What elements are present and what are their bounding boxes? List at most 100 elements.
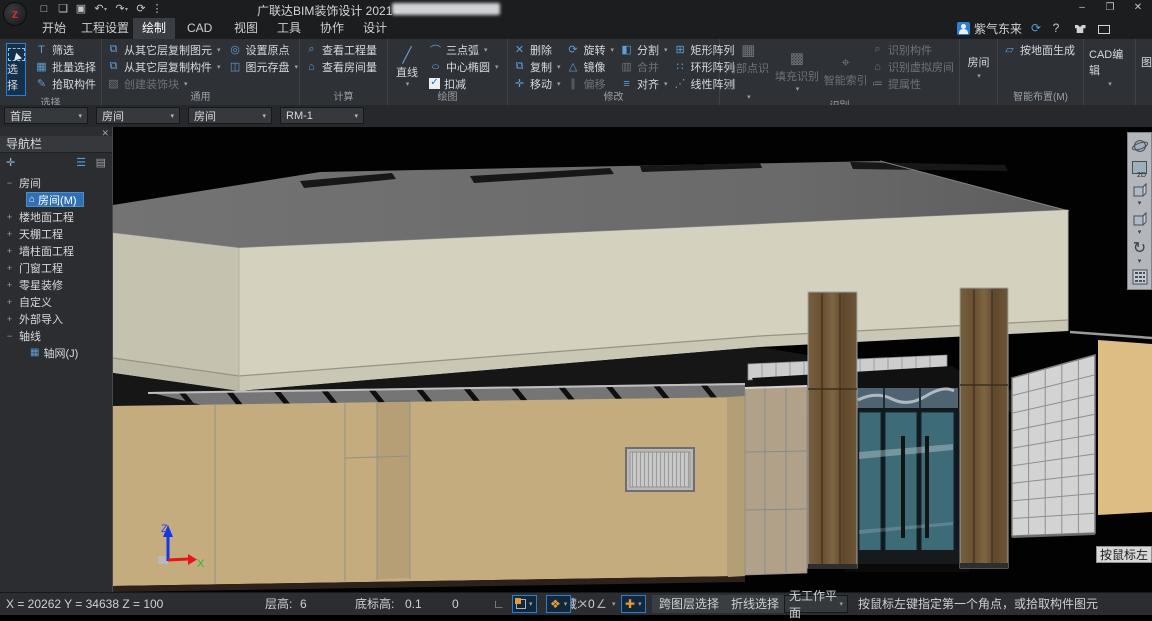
recognize-virtual-room-button[interactable]: ⌂识别虚拟房间 <box>871 58 954 75</box>
angle-snap-icon[interactable]: ∠ <box>596 593 607 615</box>
create-deco-block-button[interactable]: ▧创建装饰块▾ <box>107 75 221 92</box>
floor-height-value[interactable]: 6 <box>300 593 307 615</box>
tree-node-custom[interactable]: +自定义 <box>0 293 112 310</box>
polyline-select-button[interactable]: 折线选择 <box>724 595 786 613</box>
selected-tree-item[interactable]: ⌂房间(M) <box>26 192 84 207</box>
snap-toggle-button[interactable]: ▾ <box>512 595 537 613</box>
undo-caret-icon[interactable]: ▾ <box>104 6 107 13</box>
new-file-icon[interactable]: □ <box>36 2 52 16</box>
recognize-component-button[interactable]: ⌕识别构件 <box>871 41 954 58</box>
tree-node-room-m[interactable]: ⌂房间(M) <box>0 191 112 208</box>
cad-edit-button[interactable]: CAD编辑▾ <box>1089 41 1130 92</box>
sync-icon[interactable]: ⟳ <box>133 2 149 16</box>
generate-by-floor-button[interactable]: ▱按地面生成 <box>1003 41 1075 58</box>
deduct-checkbox[interactable]: ✓扣减 <box>429 75 499 92</box>
tab-view[interactable]: 视图 <box>225 18 267 39</box>
chevron-down-icon[interactable]: ▾ <box>1138 259 1142 265</box>
extract-properties-button[interactable]: ≔提属性 <box>871 75 954 92</box>
screen-icon[interactable] <box>1096 21 1112 36</box>
view-room-quantities-button[interactable]: ⌂查看房间量 <box>305 58 377 75</box>
type-select[interactable]: 房间▾ <box>188 107 272 124</box>
center-ellipse-button[interactable]: ○中心椭圆▾ <box>429 58 499 75</box>
view-2d-button[interactable]: 2D <box>1129 157 1150 178</box>
close-button[interactable]: ✕ <box>1124 0 1152 16</box>
redo-caret-icon[interactable]: ▾ <box>125 6 128 13</box>
select-button[interactable]: 选择 <box>6 43 26 96</box>
maximize-button[interactable]: ❐ <box>1096 0 1124 16</box>
inner-point-recognize-button[interactable]: ▦ 内部点识别▾ <box>725 41 772 101</box>
angle-value[interactable]: 0 <box>452 593 459 615</box>
category-select[interactable]: 房间▾ <box>96 107 180 124</box>
rotate-button[interactable]: ⟳旋转▾ <box>567 41 615 58</box>
tree-node-room[interactable]: −房间 <box>0 174 112 191</box>
tree-node-misc-decoration[interactable]: +零星装修 <box>0 276 112 293</box>
copy-elements-from-layer-button[interactable]: ⧉从其它层复制图元▾ <box>107 41 221 58</box>
element-select[interactable]: RM-1▾ <box>280 107 364 124</box>
orbit-button[interactable] <box>1129 135 1150 156</box>
pick-component-button[interactable]: ✎拾取构件 <box>35 75 96 92</box>
minimize-button[interactable]: – <box>1068 0 1096 16</box>
rotate-view-button[interactable]: ↻ <box>1129 237 1150 258</box>
open-file-icon[interactable]: ❏ <box>55 2 71 16</box>
copy-components-from-layer-button[interactable]: ⧉从其它层复制构件▾ <box>107 58 221 75</box>
tab-design[interactable]: 设计 <box>354 18 396 39</box>
object-snap-3d-button[interactable]: ❖ ▾ <box>546 595 571 613</box>
room-button[interactable]: 房间▾ <box>965 41 992 92</box>
view-quantities-button[interactable]: ⌕查看工程量 <box>305 41 377 58</box>
view-3d-button[interactable] <box>1129 179 1150 200</box>
layer-manage-button[interactable]: 图层管理▾ <box>1141 41 1152 92</box>
copy-button[interactable]: ⧉复制▾ <box>513 58 561 75</box>
line-button[interactable]: ╱ 直线▾ <box>393 41 421 92</box>
mirror-button[interactable]: △镜像 <box>567 58 615 75</box>
offset-button[interactable]: ∥偏移 <box>567 75 615 92</box>
tree-node-door-window-works[interactable]: +门窗工程 <box>0 259 112 276</box>
cross-layer-select-button[interactable]: 跨图层选择 <box>652 595 726 613</box>
app-logo-icon[interactable]: z <box>3 2 27 26</box>
chevron-down-icon[interactable]: ▾ <box>1138 230 1142 236</box>
smart-index-button[interactable]: ⌖ 智能索引 <box>822 41 869 101</box>
set-origin-button[interactable]: ◎设置原点 <box>229 41 299 58</box>
tab-draw[interactable]: 绘制 <box>133 18 175 39</box>
chevron-down-icon[interactable]: ▾ <box>612 594 616 616</box>
tree-node-floor-works[interactable]: +楼地面工程 <box>0 208 112 225</box>
keypad-button[interactable] <box>1129 266 1150 287</box>
panel-view-icon[interactable]: ▤ <box>96 156 106 169</box>
save-icon[interactable]: ▣ <box>73 2 89 16</box>
workplane-select[interactable]: 无工作平面 ▾ <box>784 595 848 613</box>
filter-button[interactable]: T筛选 <box>35 41 96 58</box>
polar-tracking-button[interactable]: ✚ ▾ <box>621 595 646 613</box>
tab-tools[interactable]: 工具 <box>268 18 310 39</box>
align-button[interactable]: ≡对齐▾ <box>620 75 668 92</box>
merge-button[interactable]: ▥合并 <box>620 58 668 75</box>
batch-select-button[interactable]: ▦批量选择 <box>35 58 96 75</box>
crosshair-icon[interactable]: ✕ <box>578 593 588 615</box>
move-button[interactable]: ✛移动▾ <box>513 75 561 92</box>
three-point-arc-button[interactable]: ⌒三点弧▾ <box>429 41 499 58</box>
fill-recognize-button[interactable]: ▩ 填充识别▾ <box>774 41 821 101</box>
view-iso-button[interactable] <box>1129 208 1150 229</box>
user-chip[interactable]: 紫气东来 <box>957 21 1022 36</box>
theme-icon[interactable] <box>1072 21 1088 36</box>
tree-node-ceiling-works[interactable]: +天棚工程 <box>0 225 112 242</box>
ortho-icon[interactable]: ∟ <box>493 593 505 615</box>
floor-select[interactable]: 首层▾ <box>4 107 88 124</box>
tab-cad[interactable]: CAD <box>178 18 221 39</box>
help-icon[interactable]: ? <box>1048 21 1064 36</box>
refresh-icon[interactable]: ⟳ <box>1028 21 1044 36</box>
base-elevation-value[interactable]: 0.1 <box>405 593 422 615</box>
quickbar-more-icon[interactable]: ⋮ <box>149 2 165 16</box>
tree-node-wall-column-works[interactable]: +墙柱面工程 <box>0 242 112 259</box>
tree-node-axis-grid[interactable]: ▦轴网(J) <box>0 344 112 361</box>
save-element-button[interactable]: ◫图元存盘▾ <box>229 58 299 75</box>
delete-button[interactable]: ✕删除 <box>513 41 561 58</box>
split-button[interactable]: ◧分割▾ <box>620 41 668 58</box>
hidden-value[interactable]: 0 <box>588 593 595 615</box>
tab-collaborate[interactable]: 协作 <box>311 18 353 39</box>
model-viewport[interactable]: Z X 2D ▾ ▾ <box>113 127 1152 592</box>
tab-project-settings[interactable]: 工程设置 <box>72 18 138 39</box>
nav-move-icon[interactable]: ✛ <box>6 156 15 169</box>
list-view-icon[interactable]: ☰ <box>76 156 86 169</box>
tree-node-axis[interactable]: −轴线 <box>0 327 112 344</box>
tree-node-external-import[interactable]: +外部导入 <box>0 310 112 327</box>
tab-start[interactable]: 开始 <box>33 18 75 39</box>
